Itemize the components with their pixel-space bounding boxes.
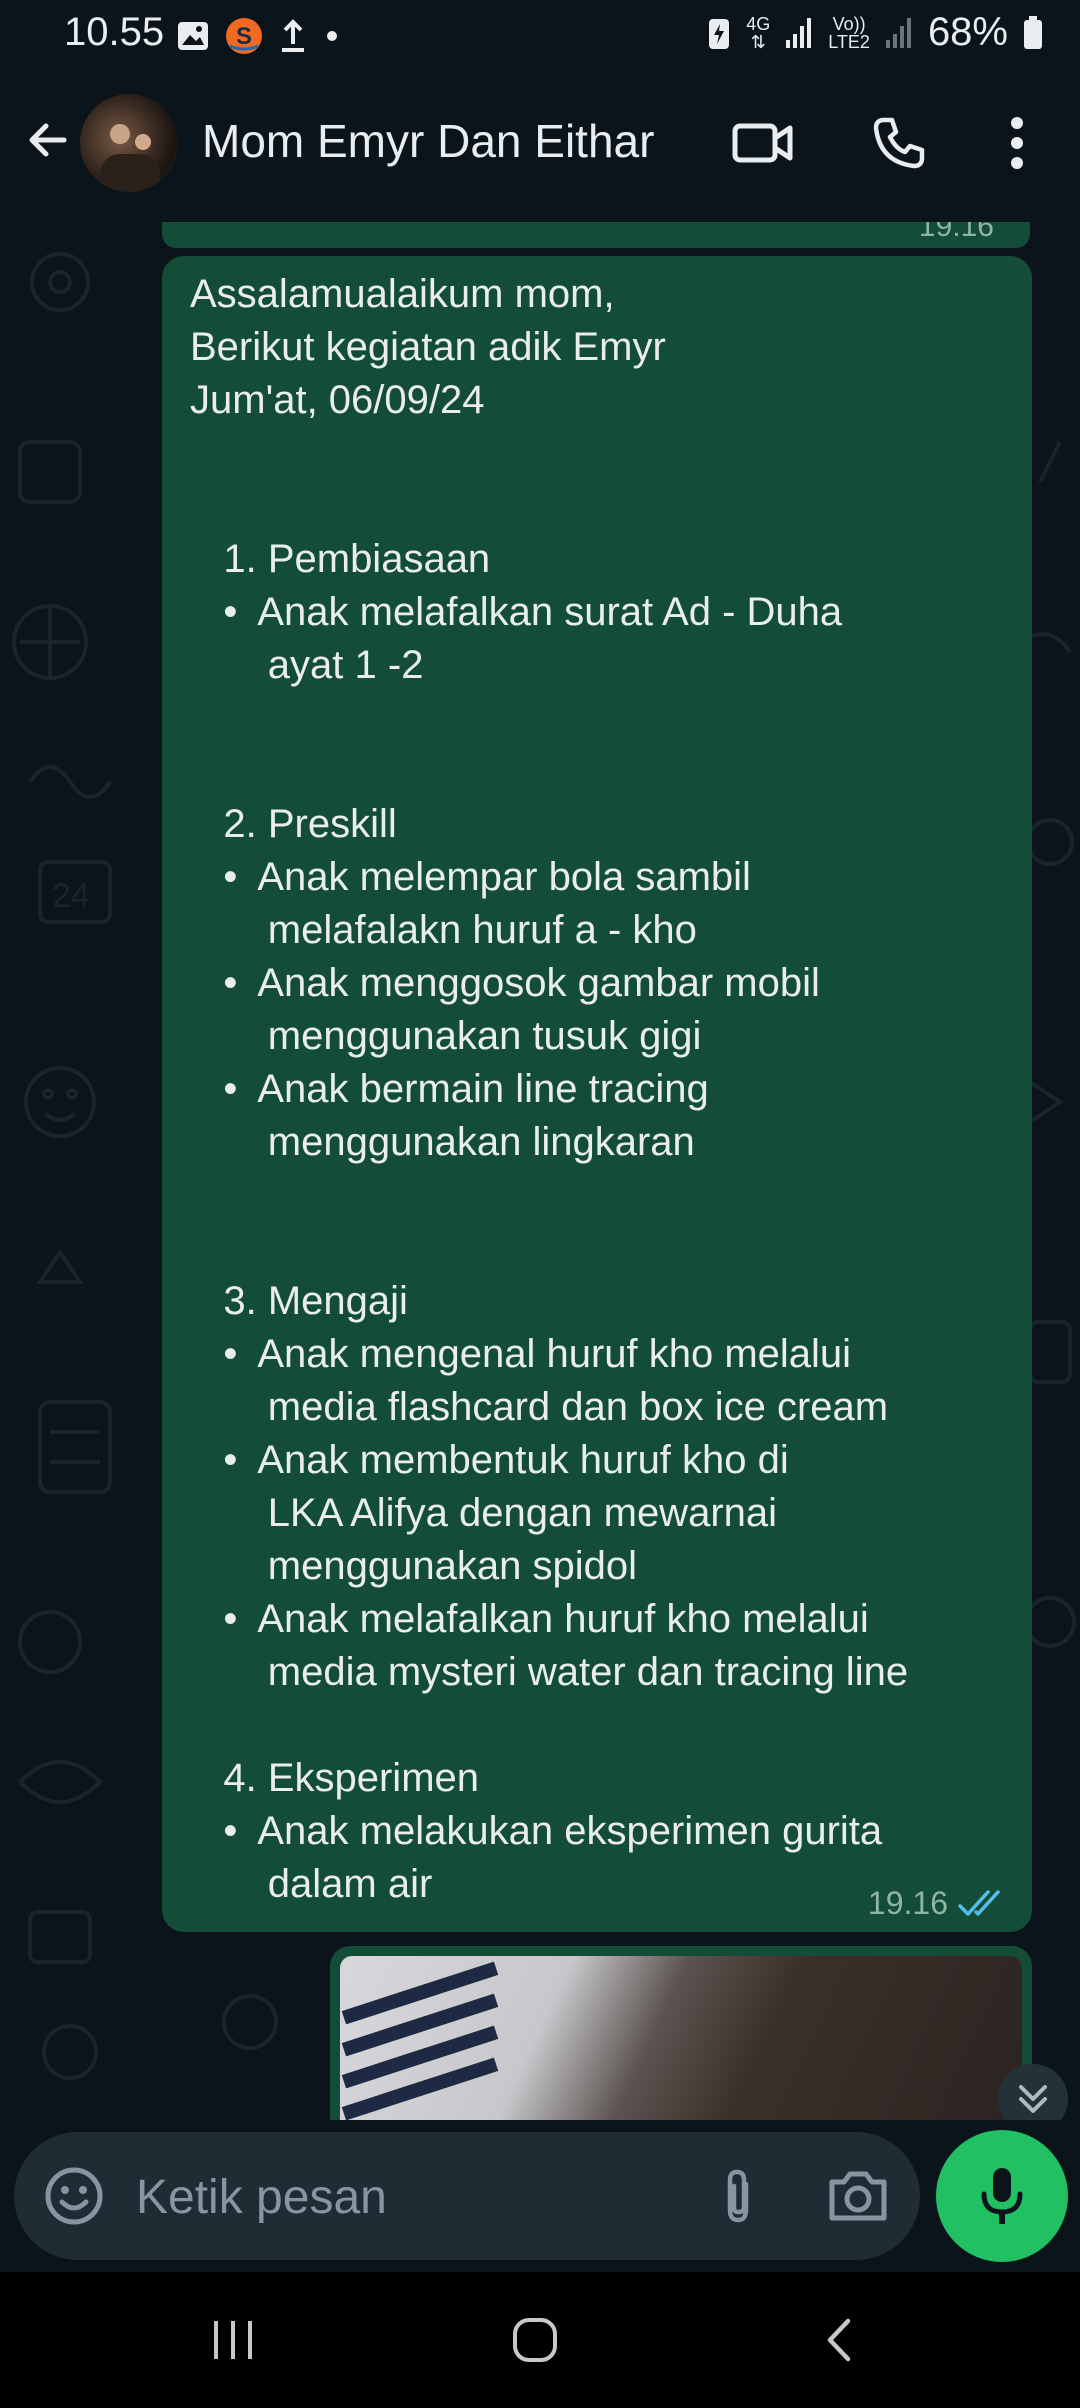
svg-text:24: 24 — [52, 877, 90, 915]
avatar[interactable] — [80, 94, 178, 192]
battery-icon — [1024, 15, 1042, 49]
chat-header: Mom Emyr Dan Eithar — [0, 72, 1080, 222]
photo-thumbnail[interactable] — [340, 1956, 1022, 2120]
message-time: 19.16 — [867, 1885, 948, 1921]
status-bar: 10.55 S 4G ⇅ Vo)) LTE2 68% — [0, 0, 1080, 72]
message-input-container — [14, 2132, 920, 2260]
volte-label: Vo)) LTE2 — [828, 13, 870, 52]
more-vertical-icon — [1011, 117, 1023, 169]
back-arrow-icon — [29, 123, 67, 157]
video-call-button[interactable] — [728, 108, 798, 178]
media-message-bubble[interactable] — [330, 1946, 1032, 2120]
dot-icon — [327, 31, 337, 41]
message-bubble[interactable]: Assalamualaikum mom, Berikut kegiatan ad… — [162, 256, 1032, 1932]
attach-icon — [727, 2169, 749, 2223]
attach-button[interactable] — [704, 2162, 772, 2230]
message-meta: 19.16 — [868, 1885, 1006, 1922]
signal-icon-2 — [885, 17, 911, 48]
signal-icon — [786, 17, 812, 48]
voice-call-button[interactable] — [864, 108, 934, 178]
emoji-button[interactable] — [40, 2162, 108, 2230]
chat-title[interactable]: Mom Emyr Dan Eithar — [202, 114, 654, 168]
back-nav-button[interactable] — [795, 2302, 885, 2378]
image-icon — [178, 22, 208, 50]
status-time: 10.55 — [64, 10, 165, 54]
previous-message-time: 19.16 — [918, 222, 994, 243]
input-bar — [0, 2120, 1080, 2272]
home-icon — [513, 2318, 557, 2362]
upload-icon — [282, 19, 304, 52]
double-chevron-down-icon — [1019, 2085, 1047, 2113]
message-text: Assalamualaikum mom, Berikut kegiatan ad… — [190, 272, 909, 1906]
video-call-icon — [732, 123, 793, 163]
recents-button[interactable] — [188, 2302, 278, 2378]
battery-percent: 68% — [927, 10, 1008, 54]
more-options-button[interactable] — [982, 108, 1052, 178]
shopee-icon: S — [226, 18, 262, 54]
previous-message-bubble[interactable]: 19.16 — [162, 222, 1030, 248]
camera-icon — [829, 2171, 887, 2221]
system-nav-bar — [0, 2272, 1080, 2408]
phone-icon — [873, 117, 925, 169]
chat-area[interactable]: 24 19.16 Assalamualaikum mom, Berikut ke… — [0, 222, 1080, 2120]
network-type: 4G ⇅ — [746, 13, 771, 52]
back-button[interactable] — [18, 110, 78, 170]
mic-icon — [981, 2168, 1023, 2224]
voice-message-button[interactable] — [936, 2130, 1068, 2262]
camera-button[interactable] — [820, 2162, 896, 2230]
read-receipt-icon — [958, 1889, 1000, 1916]
message-input[interactable] — [134, 2158, 698, 2236]
home-button[interactable] — [490, 2302, 580, 2378]
emoji-icon — [45, 2167, 103, 2225]
recents-icon — [214, 2321, 252, 2359]
svg-text:S: S — [236, 23, 252, 50]
back-icon — [827, 2318, 851, 2362]
battery-saver-icon — [709, 18, 730, 49]
